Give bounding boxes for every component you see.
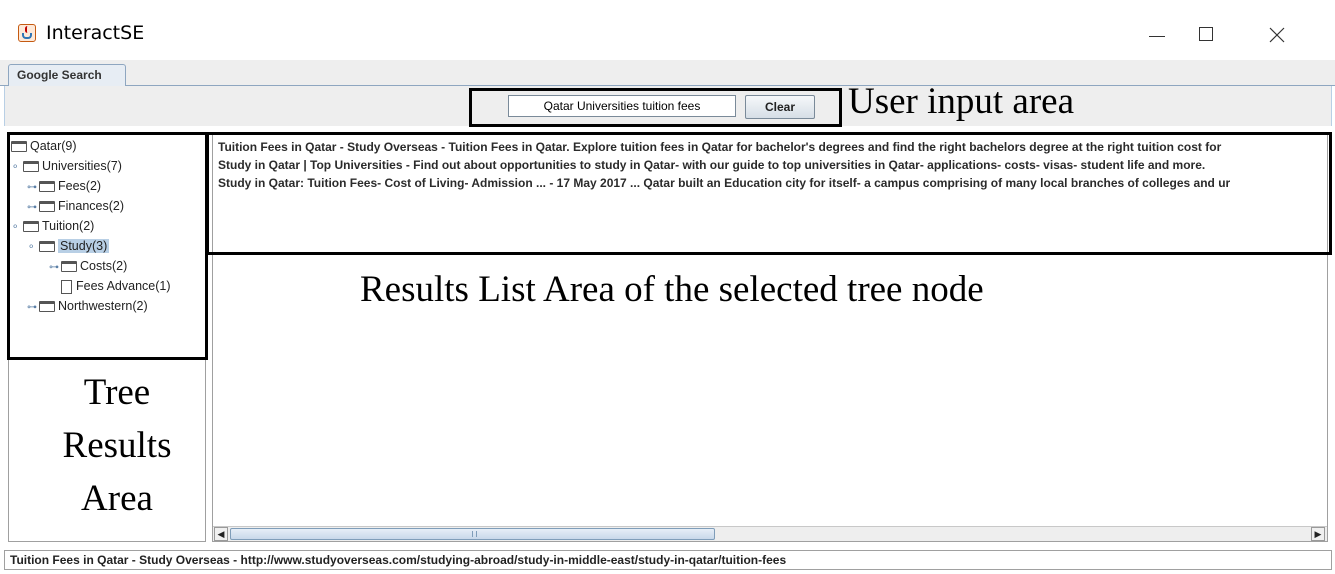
- java-cup-icon: [18, 24, 36, 42]
- tree-caption-line: Results: [62, 425, 172, 466]
- results-area-caption: Results List Area of the selected tree n…: [360, 269, 984, 310]
- scroll-right-icon[interactable]: ▶: [1311, 527, 1325, 541]
- tree-caption-line: Tree: [83, 372, 151, 413]
- close-icon: [1269, 27, 1285, 43]
- tab-google-search[interactable]: Google Search: [8, 64, 126, 87]
- grip-icon: [472, 531, 477, 537]
- minimize-button[interactable]: [1133, 14, 1179, 54]
- tree-caption-line: Area: [81, 478, 153, 519]
- close-button[interactable]: [1253, 14, 1299, 54]
- input-area-caption: User input area: [848, 81, 1075, 122]
- window-title: InteractSE: [46, 22, 145, 44]
- tab-strip: [0, 60, 1335, 86]
- maximize-icon: [1199, 27, 1213, 41]
- input-area-highlight: [469, 88, 842, 127]
- maximize-button[interactable]: [1183, 14, 1229, 54]
- scroll-left-icon[interactable]: ◀: [214, 527, 228, 541]
- tree-area-caption: Tree Results Area: [8, 366, 226, 525]
- status-bar: Tuition Fees in Qatar - Study Overseas -…: [4, 550, 1332, 570]
- tree-area-highlight: [7, 132, 208, 360]
- results-area-highlight: [206, 132, 1332, 255]
- minimize-icon: [1149, 36, 1165, 37]
